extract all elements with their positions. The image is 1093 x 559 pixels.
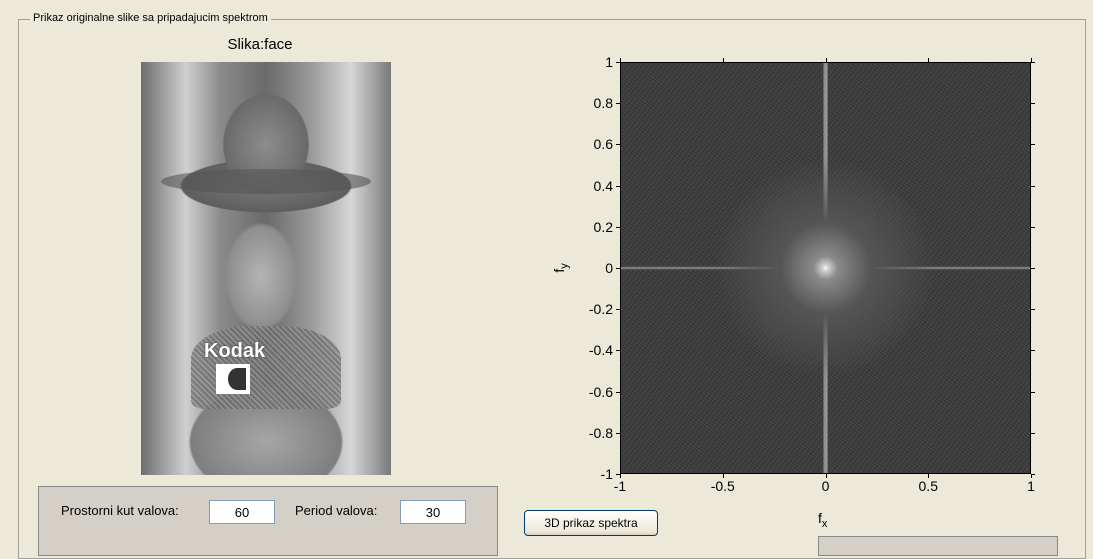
y-tick-mark <box>616 226 620 228</box>
x-axis-label: fx <box>818 510 828 530</box>
x-tick-mark <box>722 474 724 478</box>
wave-parameters-panel: Prostorni kut valova: Period valova: <box>38 486 498 556</box>
photo-hat-shape <box>161 169 371 195</box>
y-tick-mark-right <box>1031 62 1035 63</box>
x-tick-label: -1 <box>613 478 627 494</box>
y-tick-mark-right <box>1031 226 1035 228</box>
angle-label: Prostorni kut valova: <box>61 503 179 518</box>
kodak-logo-text: Kodak <box>204 340 266 362</box>
groupbox-title: Prikaz originalne slike sa pripadajucim … <box>30 11 271 25</box>
period-label: Period valova: <box>295 503 378 518</box>
y-tick-label: 0.6 <box>593 136 613 153</box>
angle-input[interactable] <box>209 500 275 524</box>
kodak-logo-icon <box>216 364 250 394</box>
y-tick-mark <box>616 103 620 105</box>
y-tick-mark <box>616 144 620 146</box>
y-tick-label: -0.4 <box>588 342 613 359</box>
spectrum-plot <box>620 62 1031 474</box>
period-input[interactable] <box>400 500 466 524</box>
y-tick-label: 0.8 <box>593 95 613 112</box>
y-tick-mark-right <box>1031 432 1035 434</box>
photo-scarf-shape <box>191 326 341 409</box>
y-tick-mark <box>616 268 620 269</box>
y-tick-mark-right <box>1031 268 1035 269</box>
x-tick-mark <box>825 474 827 478</box>
x-tick-mark-top <box>1031 58 1032 62</box>
y-tick-mark <box>616 309 620 311</box>
x-tick-mark-top <box>620 58 621 62</box>
original-image <box>141 62 391 475</box>
image-title: Slika:face <box>227 36 293 53</box>
y-tick-mark <box>616 62 620 63</box>
x-tick-label: -0.5 <box>710 478 735 494</box>
x-tick-label: 0.5 <box>918 478 938 494</box>
x-tick-mark <box>620 474 621 478</box>
y-tick-mark <box>616 185 620 187</box>
x-tick-label: 0 <box>821 478 830 494</box>
y-tick-label: 0 <box>605 260 613 276</box>
y-tick-mark-right <box>1031 103 1035 105</box>
y-tick-mark-right <box>1031 309 1035 311</box>
x-tick-mark-top <box>825 58 827 62</box>
x-tick-mark-top <box>928 58 930 62</box>
y-tick-label: -0.2 <box>588 301 613 318</box>
show-3d-spectrum-button[interactable]: 3D prikaz spektra <box>524 510 658 536</box>
y-tick-mark <box>616 432 620 434</box>
y-tick-label: -0.8 <box>588 424 613 441</box>
x-tick-label: 1 <box>1027 478 1035 494</box>
y-tick-mark-right <box>1031 350 1035 352</box>
x-tick-mark <box>928 474 930 478</box>
y-tick-mark <box>616 350 620 352</box>
y-tick-mark-right <box>1031 185 1035 187</box>
y-tick-mark-right <box>1031 144 1035 146</box>
y-tick-label: 0.4 <box>593 177 613 194</box>
y-tick-mark-right <box>1031 391 1035 393</box>
x-tick-mark-top <box>722 58 724 62</box>
y-tick-mark <box>616 391 620 393</box>
x-tick-mark <box>1031 474 1032 478</box>
y-tick-label: -0.6 <box>588 383 613 400</box>
secondary-panel <box>818 536 1058 556</box>
y-tick-label: 0.2 <box>593 218 613 235</box>
y-tick-label: 1 <box>605 54 613 70</box>
